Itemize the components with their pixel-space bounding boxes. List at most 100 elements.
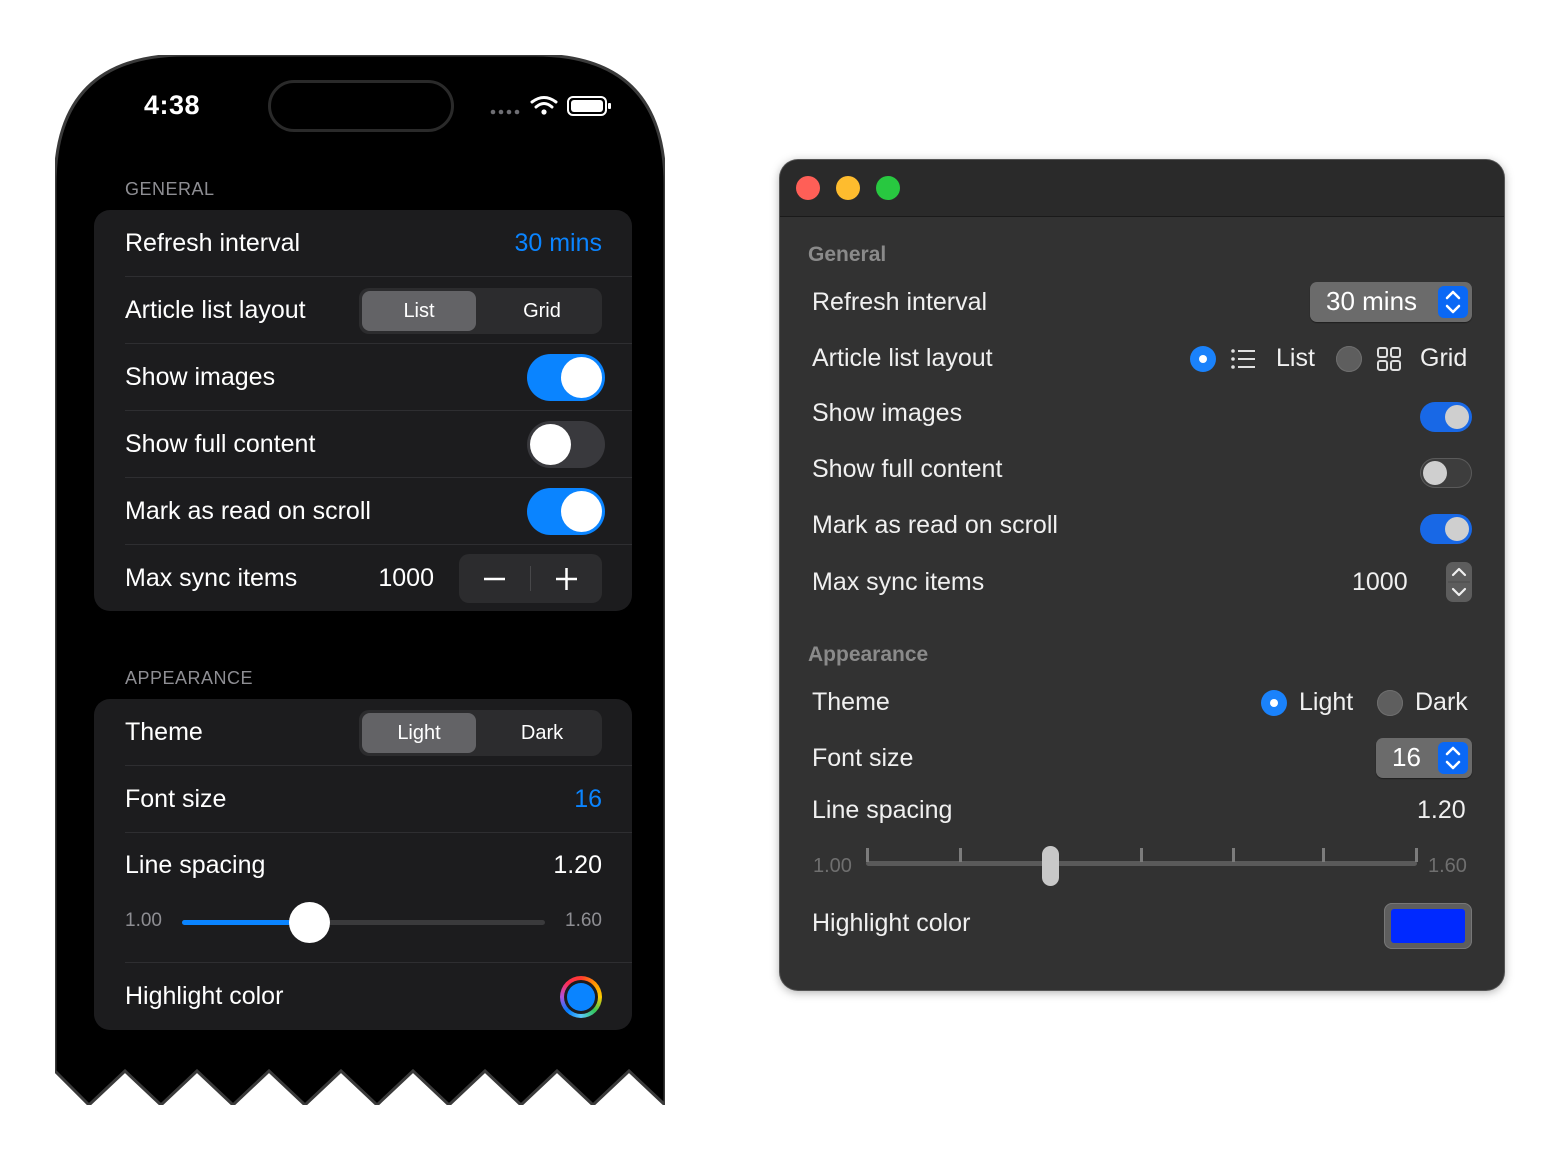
slider-tick bbox=[959, 848, 962, 862]
radio-list[interactable] bbox=[1190, 346, 1216, 372]
row-highlight-color: Highlight color bbox=[125, 963, 602, 1030]
battery-icon bbox=[567, 96, 611, 116]
section-title-appearance: APPEARANCE bbox=[125, 668, 254, 688]
font-size-label: Font size bbox=[812, 744, 914, 772]
row-show-images: Show images bbox=[125, 344, 632, 411]
status-time: 4:38 bbox=[144, 90, 201, 120]
slider-tick bbox=[1322, 848, 1325, 862]
slider-max-label: 1.60 bbox=[1428, 855, 1467, 877]
row-font-size[interactable]: Font size 16 bbox=[125, 766, 632, 833]
theme-dark-label: Dark bbox=[1415, 688, 1468, 716]
mark-read-label: Mark as read on scroll bbox=[812, 511, 1058, 539]
plus-icon[interactable] bbox=[531, 554, 602, 603]
max-sync-value: 1000 bbox=[378, 564, 434, 592]
minus-icon[interactable] bbox=[459, 554, 530, 603]
slider-tick bbox=[866, 848, 869, 862]
iphone-mockup: 4:38 GENERAL Refresh interval 30 mins Ar… bbox=[55, 55, 665, 1105]
refresh-interval-value: 30 mins bbox=[1326, 286, 1418, 316]
show-full-content-toggle[interactable] bbox=[527, 421, 605, 468]
theme-label: Theme bbox=[125, 718, 203, 746]
max-sync-label: Max sync items bbox=[812, 568, 985, 596]
mark-read-label: Mark as read on scroll bbox=[125, 497, 371, 525]
layout-segmented-control: List Grid bbox=[359, 288, 602, 334]
titlebar bbox=[780, 160, 1504, 217]
show-full-content-toggle[interactable] bbox=[1420, 458, 1472, 488]
minimize-button[interactable] bbox=[836, 176, 860, 200]
zoom-button[interactable] bbox=[876, 176, 900, 200]
refresh-interval-label: Refresh interval bbox=[125, 229, 301, 257]
section-title-general: GENERAL bbox=[125, 179, 215, 199]
max-sync-value: 1000 bbox=[1352, 568, 1408, 596]
theme-light-label: Light bbox=[1299, 688, 1354, 716]
slider-tick bbox=[1140, 848, 1143, 862]
mark-read-toggle[interactable] bbox=[1420, 514, 1472, 544]
highlight-color-label: Highlight color bbox=[812, 909, 971, 937]
refresh-interval-value[interactable]: 30 mins bbox=[514, 210, 602, 277]
show-images-toggle[interactable] bbox=[527, 354, 605, 401]
chevron-updown-icon bbox=[1438, 742, 1468, 774]
segment-grid[interactable]: Grid bbox=[485, 291, 599, 331]
radio-dark[interactable] bbox=[1377, 690, 1403, 716]
mark-read-toggle[interactable] bbox=[527, 488, 605, 535]
line-spacing-value: 1.20 bbox=[1417, 796, 1466, 824]
segment-dark[interactable]: Dark bbox=[485, 713, 599, 753]
section-title-appearance: Appearance bbox=[808, 643, 929, 666]
row-max-sync: Max sync items 1000 bbox=[125, 545, 602, 612]
appearance-group: Theme Light Dark Font size 16 Line spaci… bbox=[94, 699, 632, 1030]
close-button[interactable] bbox=[796, 176, 820, 200]
line-spacing-label: Line spacing bbox=[125, 851, 266, 879]
max-sync-stepper[interactable] bbox=[1446, 562, 1472, 602]
show-images-toggle[interactable] bbox=[1420, 402, 1472, 432]
phone-screen: 4:38 GENERAL Refresh interval 30 mins Ar… bbox=[58, 58, 662, 1058]
font-size-label: Font size bbox=[125, 785, 227, 813]
slider-tick bbox=[1232, 848, 1235, 862]
list-icon bbox=[1231, 349, 1255, 369]
color-picker-well[interactable] bbox=[560, 976, 602, 1018]
theme-segmented-control: Light Dark bbox=[359, 710, 602, 756]
line-spacing-label: Line spacing bbox=[812, 796, 953, 824]
slider-min-label: 1.00 bbox=[813, 855, 852, 877]
general-group: Refresh interval 30 mins Article list la… bbox=[94, 210, 632, 611]
section-title-general: General bbox=[808, 243, 887, 266]
show-images-label: Show images bbox=[812, 399, 963, 427]
status-icons bbox=[490, 96, 611, 116]
signal-icon bbox=[490, 109, 520, 115]
slider-max-label: 1.60 bbox=[565, 910, 602, 931]
row-show-full-content: Show full content bbox=[125, 411, 632, 478]
segment-light[interactable]: Light bbox=[362, 713, 476, 753]
layout-grid-label: Grid bbox=[1420, 344, 1468, 372]
article-layout-label: Article list layout bbox=[125, 296, 306, 324]
show-full-content-label: Show full content bbox=[125, 430, 316, 458]
show-images-label: Show images bbox=[125, 363, 276, 391]
refresh-interval-popup[interactable]: 30 mins bbox=[1310, 282, 1472, 322]
row-refresh-interval[interactable]: Refresh interval 30 mins bbox=[125, 210, 632, 277]
article-layout-label: Article list layout bbox=[812, 344, 993, 372]
row-article-layout: Article list layout List Grid bbox=[125, 277, 632, 344]
font-size-popup[interactable]: 16 bbox=[1376, 738, 1472, 778]
chevron-updown-icon bbox=[1438, 286, 1468, 318]
font-size-value[interactable]: 16 bbox=[574, 766, 602, 833]
color-well[interactable] bbox=[1384, 903, 1472, 949]
max-sync-label: Max sync items bbox=[125, 564, 298, 592]
radio-light[interactable] bbox=[1261, 690, 1287, 716]
layout-list-label: List bbox=[1276, 344, 1315, 372]
font-size-value: 16 bbox=[1392, 742, 1421, 772]
color-swatch bbox=[1391, 909, 1465, 943]
stepper-arrows-icon bbox=[1448, 567, 1470, 597]
row-line-spacing: Line spacing 1.20 1.00 1.60 bbox=[125, 833, 632, 963]
slider-thumb[interactable] bbox=[1042, 846, 1059, 886]
mac-settings-window: General Refresh interval 30 mins Article… bbox=[780, 160, 1504, 990]
row-mark-read: Mark as read on scroll bbox=[125, 478, 632, 545]
line-spacing-value: 1.20 bbox=[553, 851, 602, 879]
refresh-interval-label: Refresh interval bbox=[812, 288, 988, 316]
slider-thumb[interactable] bbox=[289, 902, 331, 943]
slider-min-label: 1.00 bbox=[125, 910, 162, 931]
radio-grid[interactable] bbox=[1336, 346, 1362, 372]
wifi-icon bbox=[530, 96, 558, 109]
segment-list[interactable]: List bbox=[362, 291, 476, 331]
slider-tick bbox=[1415, 848, 1418, 862]
line-spacing-slider[interactable] bbox=[182, 902, 545, 943]
show-full-content-label: Show full content bbox=[812, 455, 1003, 483]
row-theme: Theme Light Dark bbox=[125, 699, 632, 766]
dynamic-island bbox=[268, 80, 454, 132]
